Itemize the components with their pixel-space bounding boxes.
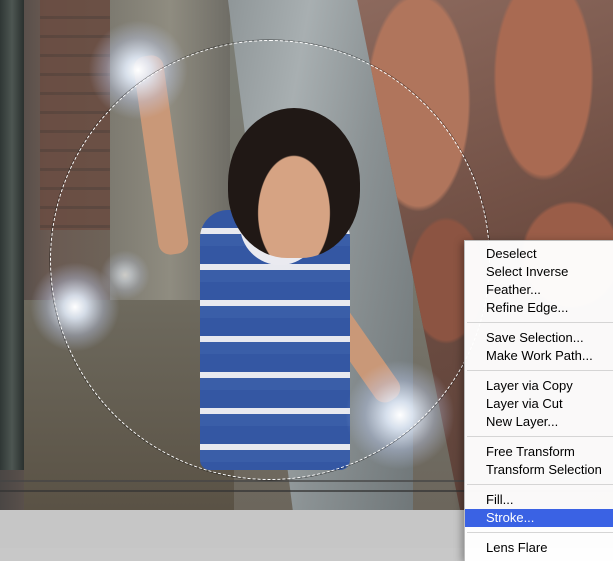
menu-item-deselect[interactable]: Deselect	[465, 245, 613, 263]
drain-pipe	[0, 0, 24, 470]
menu-separator	[467, 532, 613, 533]
elliptical-selection-marquee[interactable]	[50, 40, 490, 480]
menu-item-select-inverse[interactable]: Select Inverse	[465, 263, 613, 281]
menu-item-layer-via-cut[interactable]: Layer via Cut	[465, 395, 613, 413]
menu-item-lens-flare[interactable]: Lens Flare	[465, 539, 613, 557]
menu-separator	[467, 484, 613, 485]
menu-item-transform-selection[interactable]: Transform Selection	[465, 461, 613, 479]
menu-separator	[467, 436, 613, 437]
menu-item-new-layer[interactable]: New Layer...	[465, 413, 613, 431]
menu-item-make-work-path[interactable]: Make Work Path...	[465, 347, 613, 365]
menu-item-fill[interactable]: Fill...	[465, 491, 613, 509]
menu-item-feather[interactable]: Feather...	[465, 281, 613, 299]
menu-item-layer-via-copy[interactable]: Layer via Copy	[465, 377, 613, 395]
context-menu: Deselect Select Inverse Feather... Refin…	[464, 240, 613, 561]
menu-item-refine-edge[interactable]: Refine Edge...	[465, 299, 613, 317]
menu-item-save-selection[interactable]: Save Selection...	[465, 329, 613, 347]
menu-item-free-transform[interactable]: Free Transform	[465, 443, 613, 461]
menu-separator	[467, 370, 613, 371]
menu-item-stroke[interactable]: Stroke...	[465, 509, 613, 527]
menu-separator	[467, 322, 613, 323]
